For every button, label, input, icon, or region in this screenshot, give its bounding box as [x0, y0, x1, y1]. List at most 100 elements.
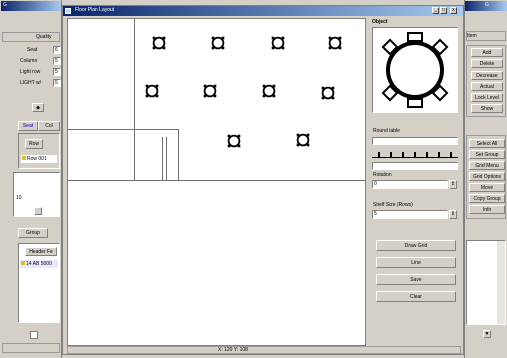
grid-options-button[interactable]: Grid Options	[469, 172, 505, 181]
right-panel: G Item Add Delete Decrease Actual Lock L…	[464, 0, 507, 358]
minimize-button[interactable]: _	[432, 7, 439, 14]
right-header-frame	[466, 31, 506, 41]
light-w-label: LIGHT w/	[20, 80, 42, 86]
window-icon	[65, 8, 71, 14]
right-panel-title: G	[485, 2, 489, 8]
object-panel: Object Round table Rotation 0 ⇕ Shelf Si…	[370, 18, 462, 346]
ruler-tick	[414, 152, 416, 157]
ruler[interactable]	[372, 150, 458, 158]
select-all-button[interactable]: Select All	[469, 139, 505, 148]
round-table-icon[interactable]	[150, 34, 168, 52]
round-table-icon[interactable]	[143, 82, 161, 100]
group-button[interactable]: Group	[18, 228, 48, 238]
round-table-preview-icon	[381, 32, 449, 108]
grid-menu-button[interactable]: Grid Menu	[469, 161, 505, 170]
left-panel: G Quality Seat 6 Column 5 Light row 5 LI…	[0, 0, 62, 358]
column-label: Column	[20, 58, 38, 64]
ruler-tick	[450, 152, 452, 157]
copy-group-button[interactable]: Copy Group	[469, 194, 505, 203]
side-spin[interactable]	[34, 207, 42, 215]
add-button[interactable]: Add	[471, 48, 503, 57]
table-label: Round table	[373, 128, 400, 134]
round-table-icon[interactable]	[209, 34, 227, 52]
lower-list-header[interactable]: Header Fe	[25, 247, 57, 256]
shelf-field[interactable]: 5	[372, 210, 448, 219]
arrow-icon: ◆	[36, 104, 40, 111]
coordinates-readout: X: 120 Y: 108	[218, 347, 248, 353]
light-w-field[interactable]: 5	[53, 79, 61, 87]
object-title: Object	[372, 19, 388, 25]
info-button[interactable]: Info	[469, 205, 505, 214]
wall-left-vertical	[134, 19, 135, 181]
list-header[interactable]: Row	[25, 139, 43, 149]
right-list-scrollbar[interactable]	[497, 241, 505, 324]
delete-button[interactable]: Delete	[471, 59, 503, 68]
shelf-spinner[interactable]: ⇕	[449, 210, 457, 219]
ruler-tick	[402, 152, 404, 157]
line-button[interactable]: Line	[376, 257, 456, 268]
decrease-button[interactable]: Decrease	[471, 71, 503, 80]
show-button[interactable]: Show	[471, 104, 503, 113]
ruler-tick	[390, 152, 392, 157]
ruler-field[interactable]	[372, 162, 458, 170]
move-button[interactable]: Move	[469, 183, 505, 192]
close-button[interactable]: x	[450, 7, 457, 14]
column-field[interactable]: 5	[53, 57, 61, 65]
seat-label: Seat	[27, 47, 38, 53]
wall-horizontal	[68, 180, 365, 181]
left-small-button[interactable]: ◆	[32, 103, 44, 112]
room-right	[178, 129, 179, 181]
right-scroll-arrow[interactable]: ▼	[483, 330, 491, 338]
list-item-marker	[22, 156, 26, 160]
save-button[interactable]: Save	[376, 274, 456, 285]
round-table-icon[interactable]	[319, 84, 337, 102]
draw-grid-button[interactable]: Draw Grid	[376, 240, 456, 251]
lower-list[interactable]: Header Fe 14 AB 5000	[18, 243, 60, 323]
maximize-button[interactable]: □	[440, 7, 447, 14]
right-top-buttons-group: Add Delete Decrease Actual Lock Level Sh…	[466, 45, 506, 117]
round-table-icon[interactable]	[260, 82, 278, 100]
door-right	[166, 137, 167, 181]
ruler-tick	[438, 152, 440, 157]
round-table-icon[interactable]	[201, 82, 219, 100]
clear-button[interactable]: Clear	[376, 291, 456, 302]
object-preview	[372, 27, 458, 113]
main-window: Floor Plan Layout _ □ x Object Round tab…	[62, 5, 464, 355]
tab-seat[interactable]: Seat	[18, 121, 38, 131]
light-row-field[interactable]: 5	[53, 68, 61, 76]
list-item[interactable]: Row 001	[21, 155, 57, 163]
right-lower-buttons-group: Select All Set Group Grid Menu Grid Opti…	[466, 135, 506, 219]
round-table-icon[interactable]	[225, 132, 243, 150]
lock-level-button[interactable]: Lock Level	[471, 93, 503, 102]
main-titlebar: Floor Plan Layout	[63, 6, 463, 16]
rotation-field[interactable]: 0	[372, 180, 448, 189]
left-header-frame	[2, 32, 60, 42]
ruler-tick	[426, 152, 428, 157]
rotation-label: Rotation	[373, 172, 392, 178]
table-row[interactable]: 14 AB 5000	[20, 260, 58, 268]
seat-field[interactable]: 6	[53, 46, 61, 54]
rotation-spinner[interactable]: ⇕	[449, 180, 457, 189]
round-table-icon[interactable]	[269, 34, 287, 52]
light-row-label: Light row	[20, 69, 41, 75]
round-table-icon[interactable]	[294, 131, 312, 149]
status-bar: X: 120 Y: 108	[67, 346, 461, 354]
side-number: 10	[16, 195, 22, 201]
tab-col[interactable]: Col	[38, 121, 60, 131]
left-panel-title: G	[3, 2, 7, 8]
floor-plan-canvas[interactable]	[67, 18, 366, 346]
right-panel-titlebar: G	[465, 1, 507, 11]
right-list[interactable]	[466, 240, 506, 325]
set-group-button[interactable]: Set Group	[469, 150, 505, 159]
round-table-icon[interactable]	[326, 34, 344, 52]
left-panel-titlebar: G	[1, 1, 61, 11]
actual-button[interactable]: Actual	[471, 82, 503, 91]
ruler-tick	[378, 152, 380, 157]
shelf-label: Shelf Size (Rows)	[373, 202, 413, 208]
size-field[interactable]	[372, 137, 458, 145]
left-status-strip	[2, 343, 60, 353]
row-list[interactable]: Row Row 001	[18, 133, 60, 169]
main-window-title: Floor Plan Layout	[75, 7, 115, 13]
checkbox[interactable]	[30, 331, 38, 339]
door-left	[162, 137, 163, 181]
